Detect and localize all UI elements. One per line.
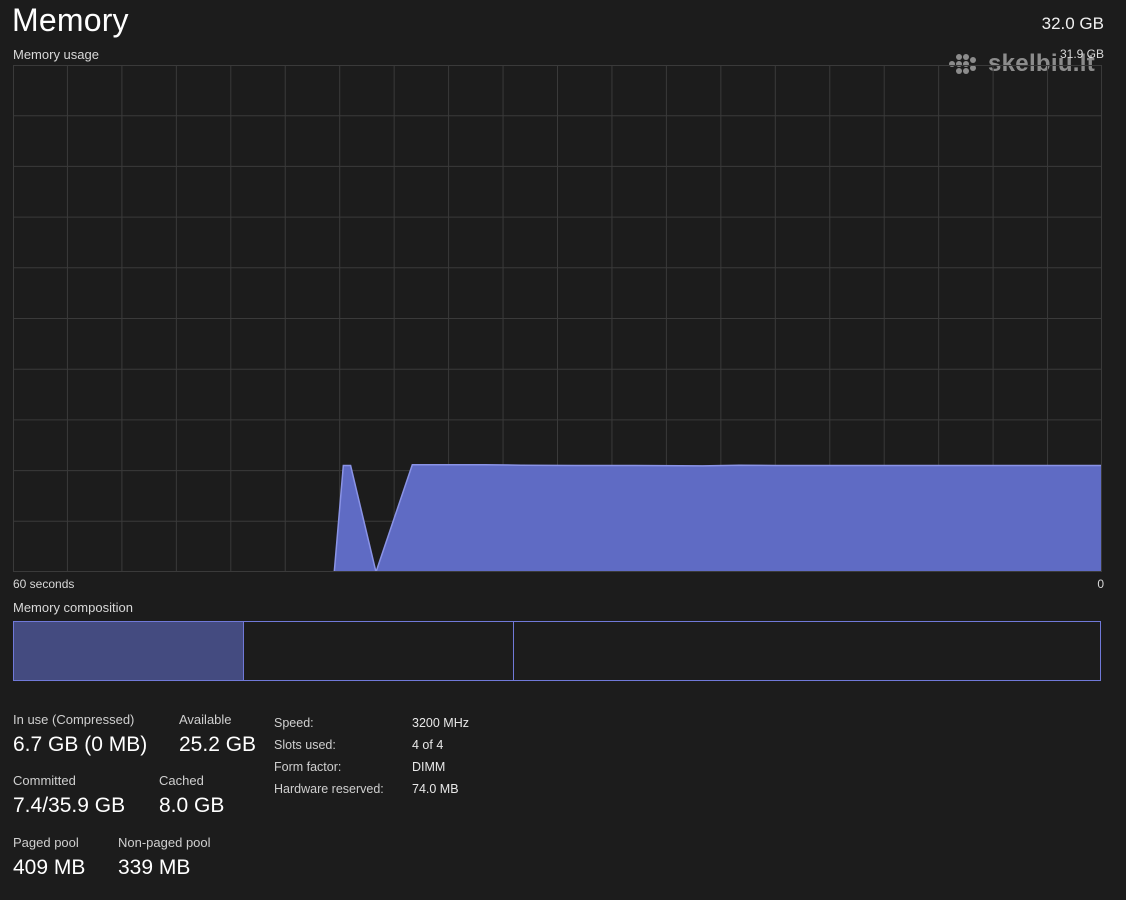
page-title: Memory xyxy=(12,2,129,38)
detail-row-speed: Speed: 3200 MHz xyxy=(274,712,469,734)
memory-composition-label: Memory composition xyxy=(13,600,133,615)
stat-cached-label: Cached xyxy=(159,773,204,788)
stat-paged-pool-label: Paged pool xyxy=(13,835,79,850)
detail-form-factor-value: DIMM xyxy=(412,760,446,774)
detail-form-factor-label: Form factor: xyxy=(274,760,342,774)
stat-cached: Cached 8.0 GB xyxy=(159,773,224,818)
total-memory: 32.0 GB xyxy=(1041,14,1104,33)
detail-speed-label: Speed: xyxy=(274,716,314,730)
detail-slots-value: 4 of 4 xyxy=(412,738,444,752)
detail-hardware-reserved-label: Hardware reserved: xyxy=(274,782,384,796)
memory-usage-chart xyxy=(13,65,1102,572)
detail-row-slots: Slots used: 4 of 4 xyxy=(274,734,469,756)
memory-usage-graph xyxy=(13,65,1102,572)
memory-details: Speed: 3200 MHz Slots used: 4 of 4 Form … xyxy=(274,712,469,800)
stat-in-use: In use (Compressed) 6.7 GB (0 MB) xyxy=(13,712,147,757)
stat-in-use-label: In use (Compressed) xyxy=(13,712,135,727)
stat-available: Available 25.2 GB xyxy=(179,712,256,757)
detail-hardware-reserved-value: 74.0 MB xyxy=(412,782,459,796)
detail-row-form-factor: Form factor: DIMM xyxy=(274,756,469,778)
stat-committed-value: 7.4/35.9 GB xyxy=(13,794,126,817)
stat-non-paged-pool-label: Non-paged pool xyxy=(118,835,211,850)
stat-paged-pool: Paged pool 409 MB xyxy=(13,835,85,880)
stat-in-use-value: 6.7 GB (0 MB) xyxy=(13,733,148,756)
memory-composition-bar[interactable] xyxy=(13,621,1101,681)
stat-committed-label: Committed xyxy=(13,773,76,788)
stat-non-paged-pool-value: 339 MB xyxy=(118,856,191,879)
stat-non-paged-pool: Non-paged pool 339 MB xyxy=(118,835,211,880)
stat-cached-value: 8.0 GB xyxy=(159,794,225,817)
detail-speed-value: 3200 MHz xyxy=(412,716,469,730)
composition-modified-segment[interactable] xyxy=(244,622,514,680)
stat-paged-pool-value: 409 MB xyxy=(13,856,86,879)
stat-committed: Committed 7.4/35.9 GB xyxy=(13,773,125,818)
composition-standby-segment[interactable] xyxy=(514,622,1100,680)
graph-axis-left-label: 60 seconds xyxy=(13,577,75,591)
detail-slots-label: Slots used: xyxy=(274,738,336,752)
stat-available-value: 25.2 GB xyxy=(179,733,257,756)
stat-available-label: Available xyxy=(179,712,232,727)
composition-in-use-segment[interactable] xyxy=(14,622,244,680)
memory-usage-label: Memory usage xyxy=(13,47,99,62)
detail-row-hardware-reserved: Hardware reserved: 74.0 MB xyxy=(274,778,469,800)
graph-axis-right-label: 0 xyxy=(1097,577,1104,591)
